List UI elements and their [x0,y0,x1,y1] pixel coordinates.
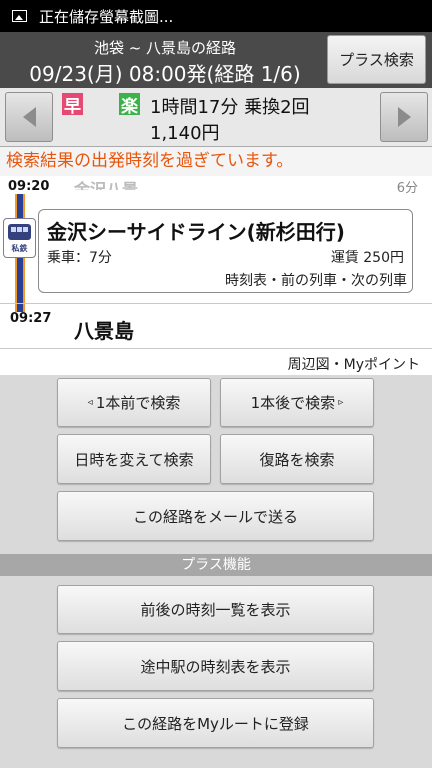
train-icon-label: 私鉄 [11,244,28,253]
send-route-mail-button[interactable]: この経路をメールで送る [57,491,374,541]
total-fare: 1,140円 [150,123,220,144]
easiest-badge: 楽 [119,93,140,117]
previous-route-button[interactable] [5,92,53,142]
change-datetime-button[interactable]: 日時を変えて検索 [57,434,211,484]
plus-section-header: プラス機能 [0,554,432,576]
private-railway-train-icon: 私鉄 [3,218,36,258]
departure-minutes: 6分 [396,181,418,196]
status-notification-text: 正在儲存螢幕截圖... [39,7,174,26]
departure-passed-warning: 検索結果の出発時刻を過ぎています。 [0,147,432,176]
divider [0,303,432,304]
midway-station-timetable-button[interactable]: 途中駅の時刻表を表示 [57,641,374,691]
timetable-list-button[interactable]: 前後の時刻一覧を表示 [57,585,374,634]
screenshot-icon [12,10,27,22]
arrow-right-icon [397,107,411,127]
search-next-label: 1本後で検索 [250,394,336,412]
status-bar: 正在儲存螢幕截圖... [0,0,432,32]
arrival-time: 09:27 [10,311,52,326]
register-my-route-button[interactable]: この経路をMyルートに登録 [57,698,374,748]
route-summary: 早 楽 1時間17分 乗換2回 1,140円 [0,88,432,147]
plus-search-button[interactable]: プラス検索 [327,35,426,84]
route-detail: 09:20 金沢八景 6分 私鉄 金沢シーサイドライン(新杉田行) 乗車：7分 … [0,176,432,375]
fastest-badge: 早 [62,93,83,117]
next-route-button[interactable] [380,92,428,142]
segment-timetable-links[interactable]: 時刻表・前の列車・次の列車 [225,270,407,290]
route-header: 池袋 ~ 八景島の経路 09/23(月) 08:00発(経路 1/6) プラス検… [0,32,432,88]
arrival-links[interactable]: 周辺図・Myポイント [288,354,420,374]
arrival-station[interactable]: 八景島 [74,315,134,344]
search-previous-label: 1本前で検索 [95,394,181,412]
divider [0,348,432,349]
actions-panel: ◃ 1本前で検索 1本後で検索 ▹ 日時を変えて検索 復路を検索 この経路をメー… [0,375,432,768]
search-next-train-button[interactable]: 1本後で検索 ▹ [220,378,374,427]
route-name: 池袋 ~ 八景島の経路 [93,39,237,57]
ride-time: 乗車：7分 [47,250,112,266]
arrow-left-icon [22,107,36,127]
triangle-right-icon: ▹ [335,397,344,408]
return-route-button[interactable]: 復路を検索 [220,434,374,484]
search-previous-train-button[interactable]: ◃ 1本前で検索 [57,378,211,427]
triangle-left-icon: ◃ [87,397,96,408]
route-datetime: 09/23(月) 08:00発(経路 1/6) [29,62,301,86]
departure-time: 09:20 [8,179,50,194]
segment-fare: 運賃 250円 [330,250,404,266]
segment-card[interactable]: 金沢シーサイドライン(新杉田行) 乗車：7分 運賃 250円 時刻表・前の列車・… [38,209,413,293]
departure-station[interactable]: 金沢八景 [74,176,138,190]
segment-line-name: 金沢シーサイドライン(新杉田行) [47,220,345,244]
duration-transfers: 1時間17分 乗換2回 [150,97,310,118]
